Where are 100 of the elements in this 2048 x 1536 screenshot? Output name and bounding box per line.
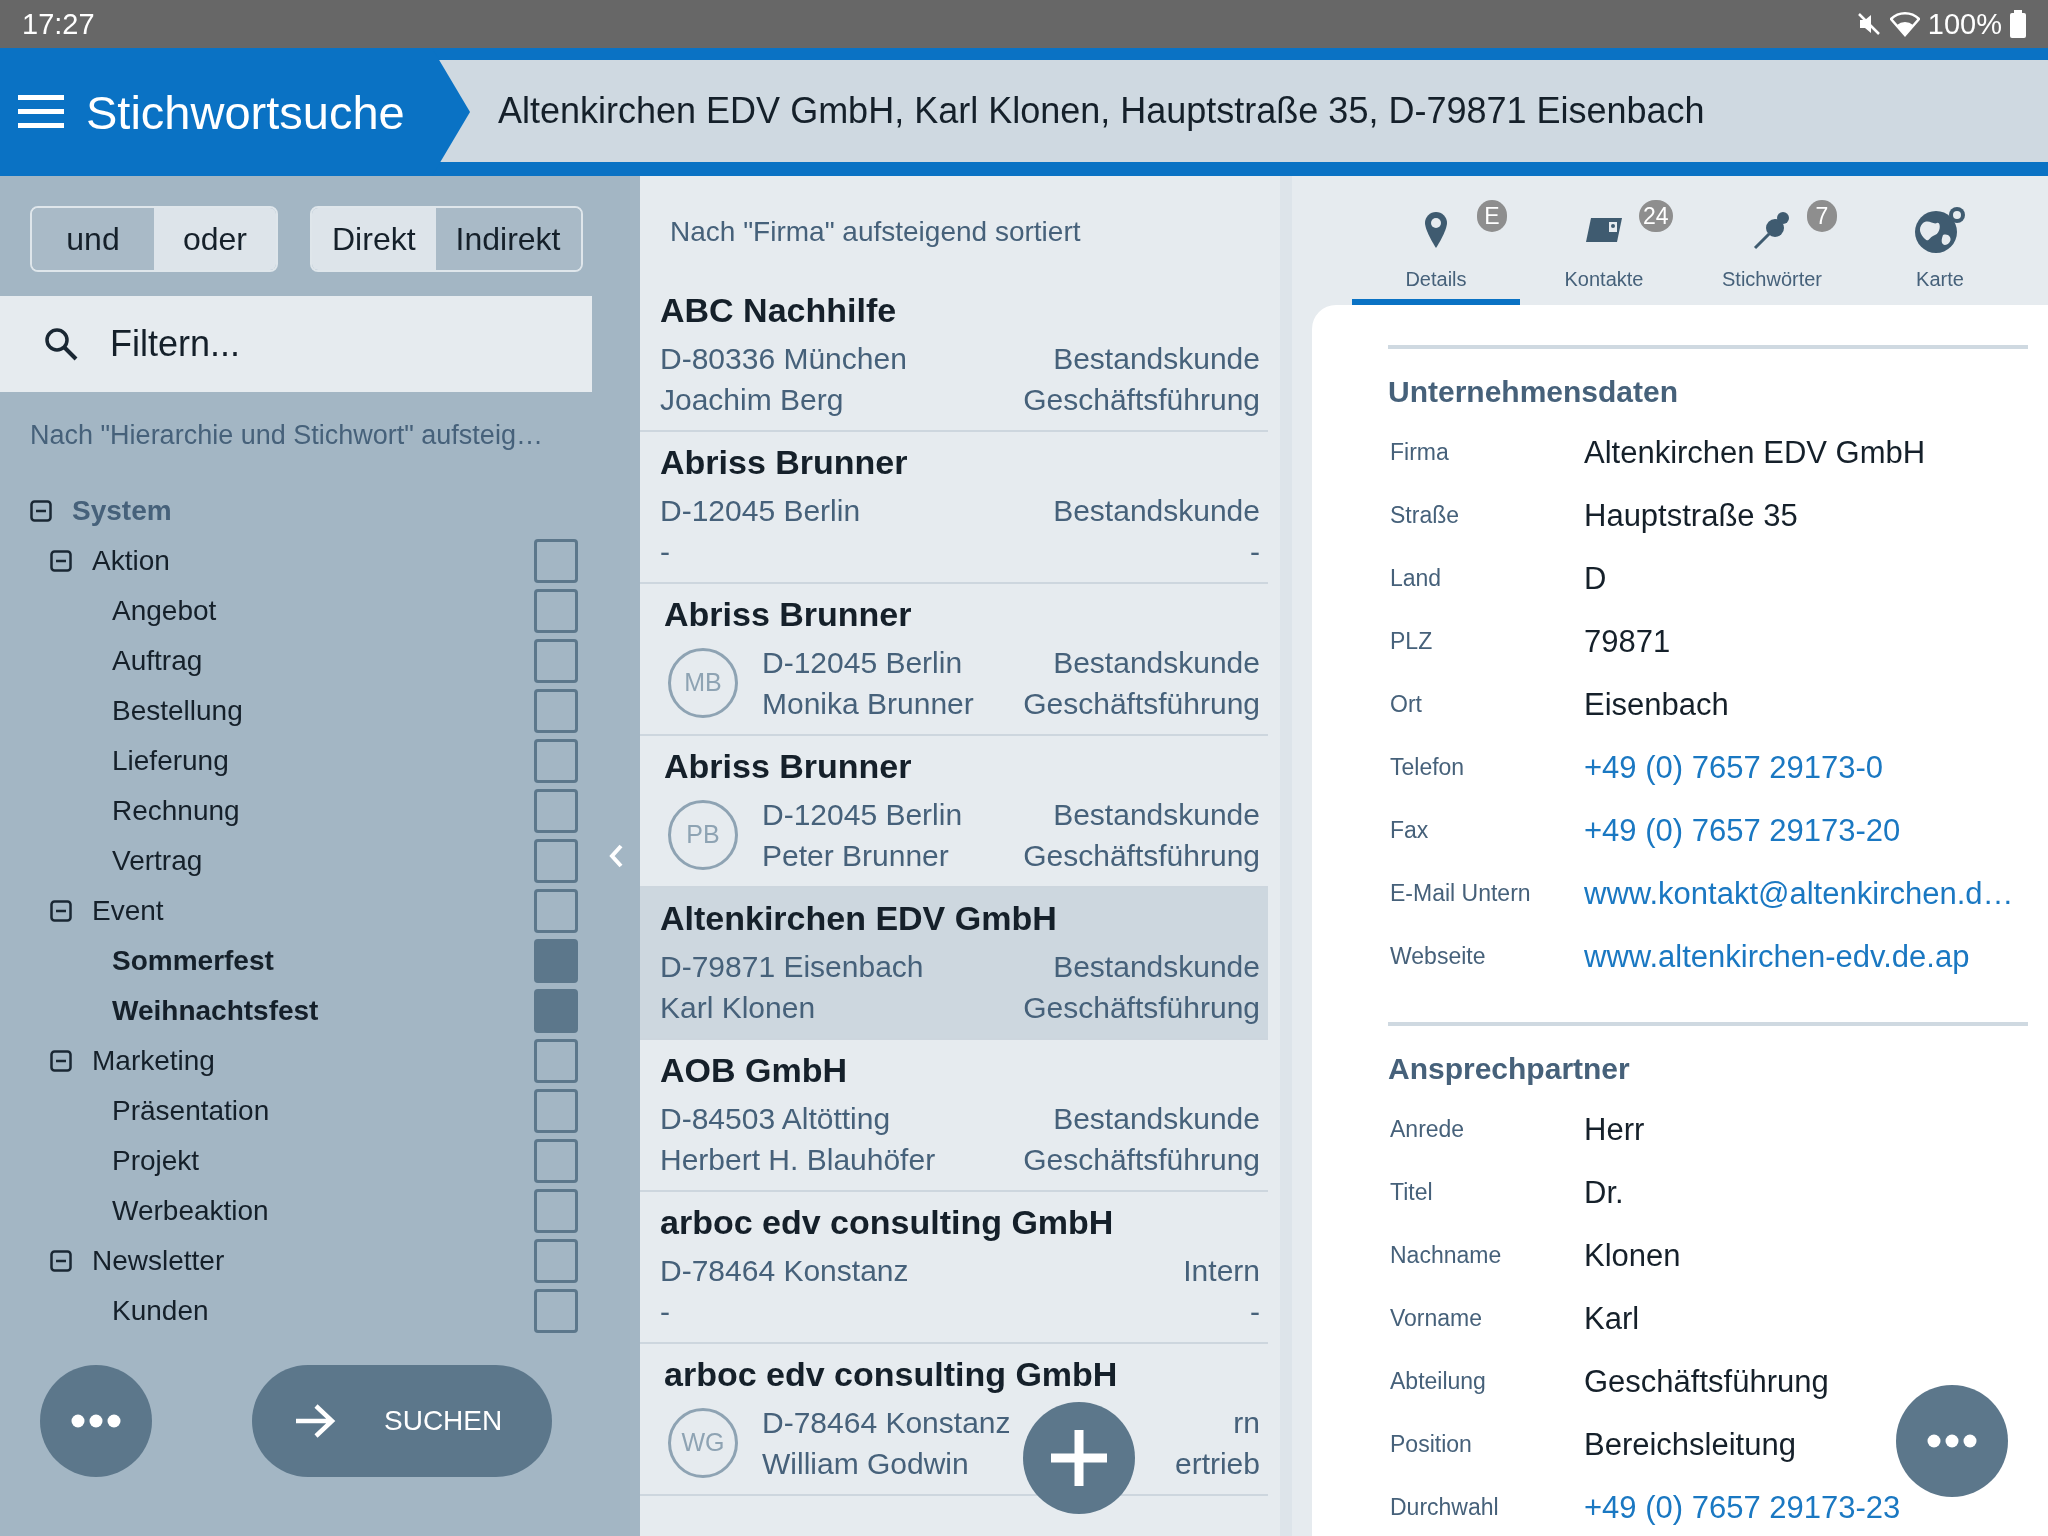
item-detail: Geschäftsführung — [1023, 685, 1260, 722]
wifi-icon — [1889, 11, 1920, 37]
company-name: ABC Nachhilfe — [660, 290, 898, 330]
result-item[interactable]: Abriss Brunner D-12045 Berlin - Bestandskunde - — [640, 432, 1268, 584]
chevron-left-icon[interactable] — [608, 843, 624, 869]
tree-item[interactable]: Angebot — [112, 595, 534, 627]
search-button[interactable]: SUCHEN — [252, 1365, 552, 1477]
toggle-option[interactable]: Indirekt — [435, 208, 581, 270]
field-label: Anrede — [1389, 1116, 1466, 1143]
item-detail: D-84503 Altötting — [660, 1100, 892, 1137]
toggle-option[interactable]: und — [32, 208, 154, 270]
arrow-icon — [294, 1403, 336, 1439]
field-label: Position — [1389, 1431, 1473, 1458]
tree-item[interactable]: Newsletter — [92, 1245, 534, 1277]
tab[interactable]: 7 Stichwörter — [1688, 176, 1856, 305]
tree-item[interactable]: Projekt — [112, 1145, 534, 1177]
tab[interactable]: Karte — [1856, 176, 2024, 305]
tree-item[interactable]: Auftrag — [112, 645, 534, 677]
contact-card-icon — [1585, 216, 1623, 244]
collapse-icon[interactable] — [50, 1250, 72, 1272]
checkbox[interactable] — [534, 839, 578, 883]
field-link[interactable]: +49 (0) 7657 29173-20 — [1584, 812, 1901, 849]
checkbox[interactable] — [534, 789, 578, 833]
checkbox[interactable] — [534, 989, 578, 1033]
tree-item[interactable]: Aktion — [92, 545, 534, 577]
menu-icon[interactable] — [18, 95, 64, 129]
toggle-option[interactable]: Direkt — [312, 208, 436, 270]
collapse-icon[interactable] — [50, 1050, 72, 1072]
field-link[interactable]: +49 (0) 7657 29173-23 — [1584, 1489, 1901, 1526]
field-value: Karl — [1584, 1300, 1640, 1337]
field-label: Telefon — [1389, 754, 1466, 781]
tree-item[interactable]: Rechnung — [112, 795, 534, 827]
count-badge: 24 — [1639, 200, 1673, 232]
clock: 17:27 — [22, 7, 95, 41]
result-item[interactable]: ABC Nachhilfe D-80336 München Joachim Berg Bestandskunde Geschäftsführung — [640, 280, 1268, 432]
tree-item[interactable]: Werbeaktion — [112, 1195, 534, 1227]
sort-info: Nach "Hierarchie und Stichwort" aufsteig… — [29, 419, 544, 452]
tree-item[interactable]: Weihnachtsfest — [112, 995, 534, 1027]
tree-item[interactable]: Vertrag — [112, 845, 534, 877]
checkbox[interactable] — [534, 589, 578, 633]
checkbox[interactable] — [534, 1139, 578, 1183]
item-detail: - — [1250, 533, 1260, 570]
collapse-icon[interactable] — [30, 500, 52, 522]
mute-icon — [1855, 11, 1882, 37]
checkbox[interactable] — [534, 539, 578, 583]
item-detail: - — [660, 533, 671, 570]
item-detail: D-80336 München — [660, 340, 908, 377]
page-title: Stichwortsuche — [86, 84, 405, 140]
checkbox[interactable] — [534, 1189, 578, 1233]
field-label: Fax — [1389, 817, 1430, 844]
toggle-option[interactable]: oder — [154, 208, 276, 270]
checkbox[interactable] — [534, 689, 578, 733]
field-link[interactable]: +49 (0) 7657 29173-0 — [1584, 749, 1884, 786]
item-detail: Geschäftsführung — [1023, 1141, 1260, 1178]
location-pin-icon — [1423, 210, 1449, 250]
tree-item[interactable]: Kunden — [112, 1295, 534, 1327]
field-label: Durchwahl — [1389, 1494, 1500, 1521]
collapse-icon[interactable] — [50, 550, 72, 572]
checkbox[interactable] — [534, 939, 578, 983]
checkbox[interactable] — [534, 1289, 578, 1333]
initials-avatar: PB — [668, 799, 738, 870]
tree-item[interactable]: Bestellung — [112, 695, 534, 727]
result-item[interactable]: AOB GmbH D-84503 Altötting Herbert H. Blauhöfer Bestandskunde Geschäftsführung — [640, 1040, 1268, 1192]
battery-level: 100% — [1927, 7, 2002, 41]
item-detail: William Godwin — [762, 1445, 970, 1482]
item-detail: ertrieb — [1174, 1445, 1260, 1482]
search-input[interactable]: Filtern... — [108, 322, 552, 366]
item-detail: Bestandskunde — [1053, 1100, 1260, 1137]
field-value: D — [1584, 560, 1607, 597]
field-value: Bereichsleitung — [1584, 1426, 1796, 1463]
item-detail: - — [660, 1293, 671, 1330]
item-detail: Geschäftsführung — [1023, 381, 1260, 418]
item-detail: Geschäftsführung — [1023, 989, 1260, 1026]
tree-item[interactable]: Sommerfest — [112, 945, 534, 977]
item-detail: Intern — [1183, 1252, 1260, 1289]
result-item[interactable]: Abriss Brunner MB D-12045 Berlin Monika Brunner Bestandskunde Geschäftsführung — [640, 584, 1268, 736]
collapse-icon[interactable] — [50, 900, 72, 922]
company-name: Altenkirchen EDV GmbH — [660, 898, 1058, 938]
field-label: Straße — [1389, 502, 1461, 529]
tree-item[interactable]: Lieferung — [112, 745, 534, 777]
tree-item[interactable]: Präsentation — [112, 1095, 534, 1127]
field-value: Altenkirchen EDV GmbH — [1584, 434, 1926, 471]
result-item[interactable]: arboc edv consulting GmbH D-78464 Konstanz - Intern - — [640, 1192, 1268, 1344]
checkbox[interactable] — [534, 639, 578, 683]
field-link[interactable]: www.kontakt@altenkirchen.d… — [1584, 875, 2014, 912]
checkbox[interactable] — [534, 889, 578, 933]
company-name: Abriss Brunner — [663, 746, 913, 786]
checkbox[interactable] — [534, 739, 578, 783]
field-link[interactable]: www.altenkirchen-edv.de.ap — [1584, 938, 1970, 975]
tab[interactable]: 24 Kontakte — [1520, 176, 1688, 305]
checkbox[interactable] — [534, 1039, 578, 1083]
result-item[interactable]: Altenkirchen EDV GmbH D-79871 Eisenbach Karl Klonen Bestandskunde Geschäftsführung — [640, 888, 1268, 1040]
tree-item[interactable]: Marketing — [92, 1045, 534, 1077]
pushpin-icon — [1753, 210, 1791, 250]
checkbox[interactable] — [534, 1239, 578, 1283]
section-heading: Ansprechpartner — [1388, 1051, 1631, 1087]
search-field[interactable]: Filtern... — [0, 296, 592, 392]
item-detail: D-79871 Eisenbach — [660, 948, 925, 985]
tree-item[interactable]: Event — [92, 895, 534, 927]
checkbox[interactable] — [534, 1089, 578, 1133]
